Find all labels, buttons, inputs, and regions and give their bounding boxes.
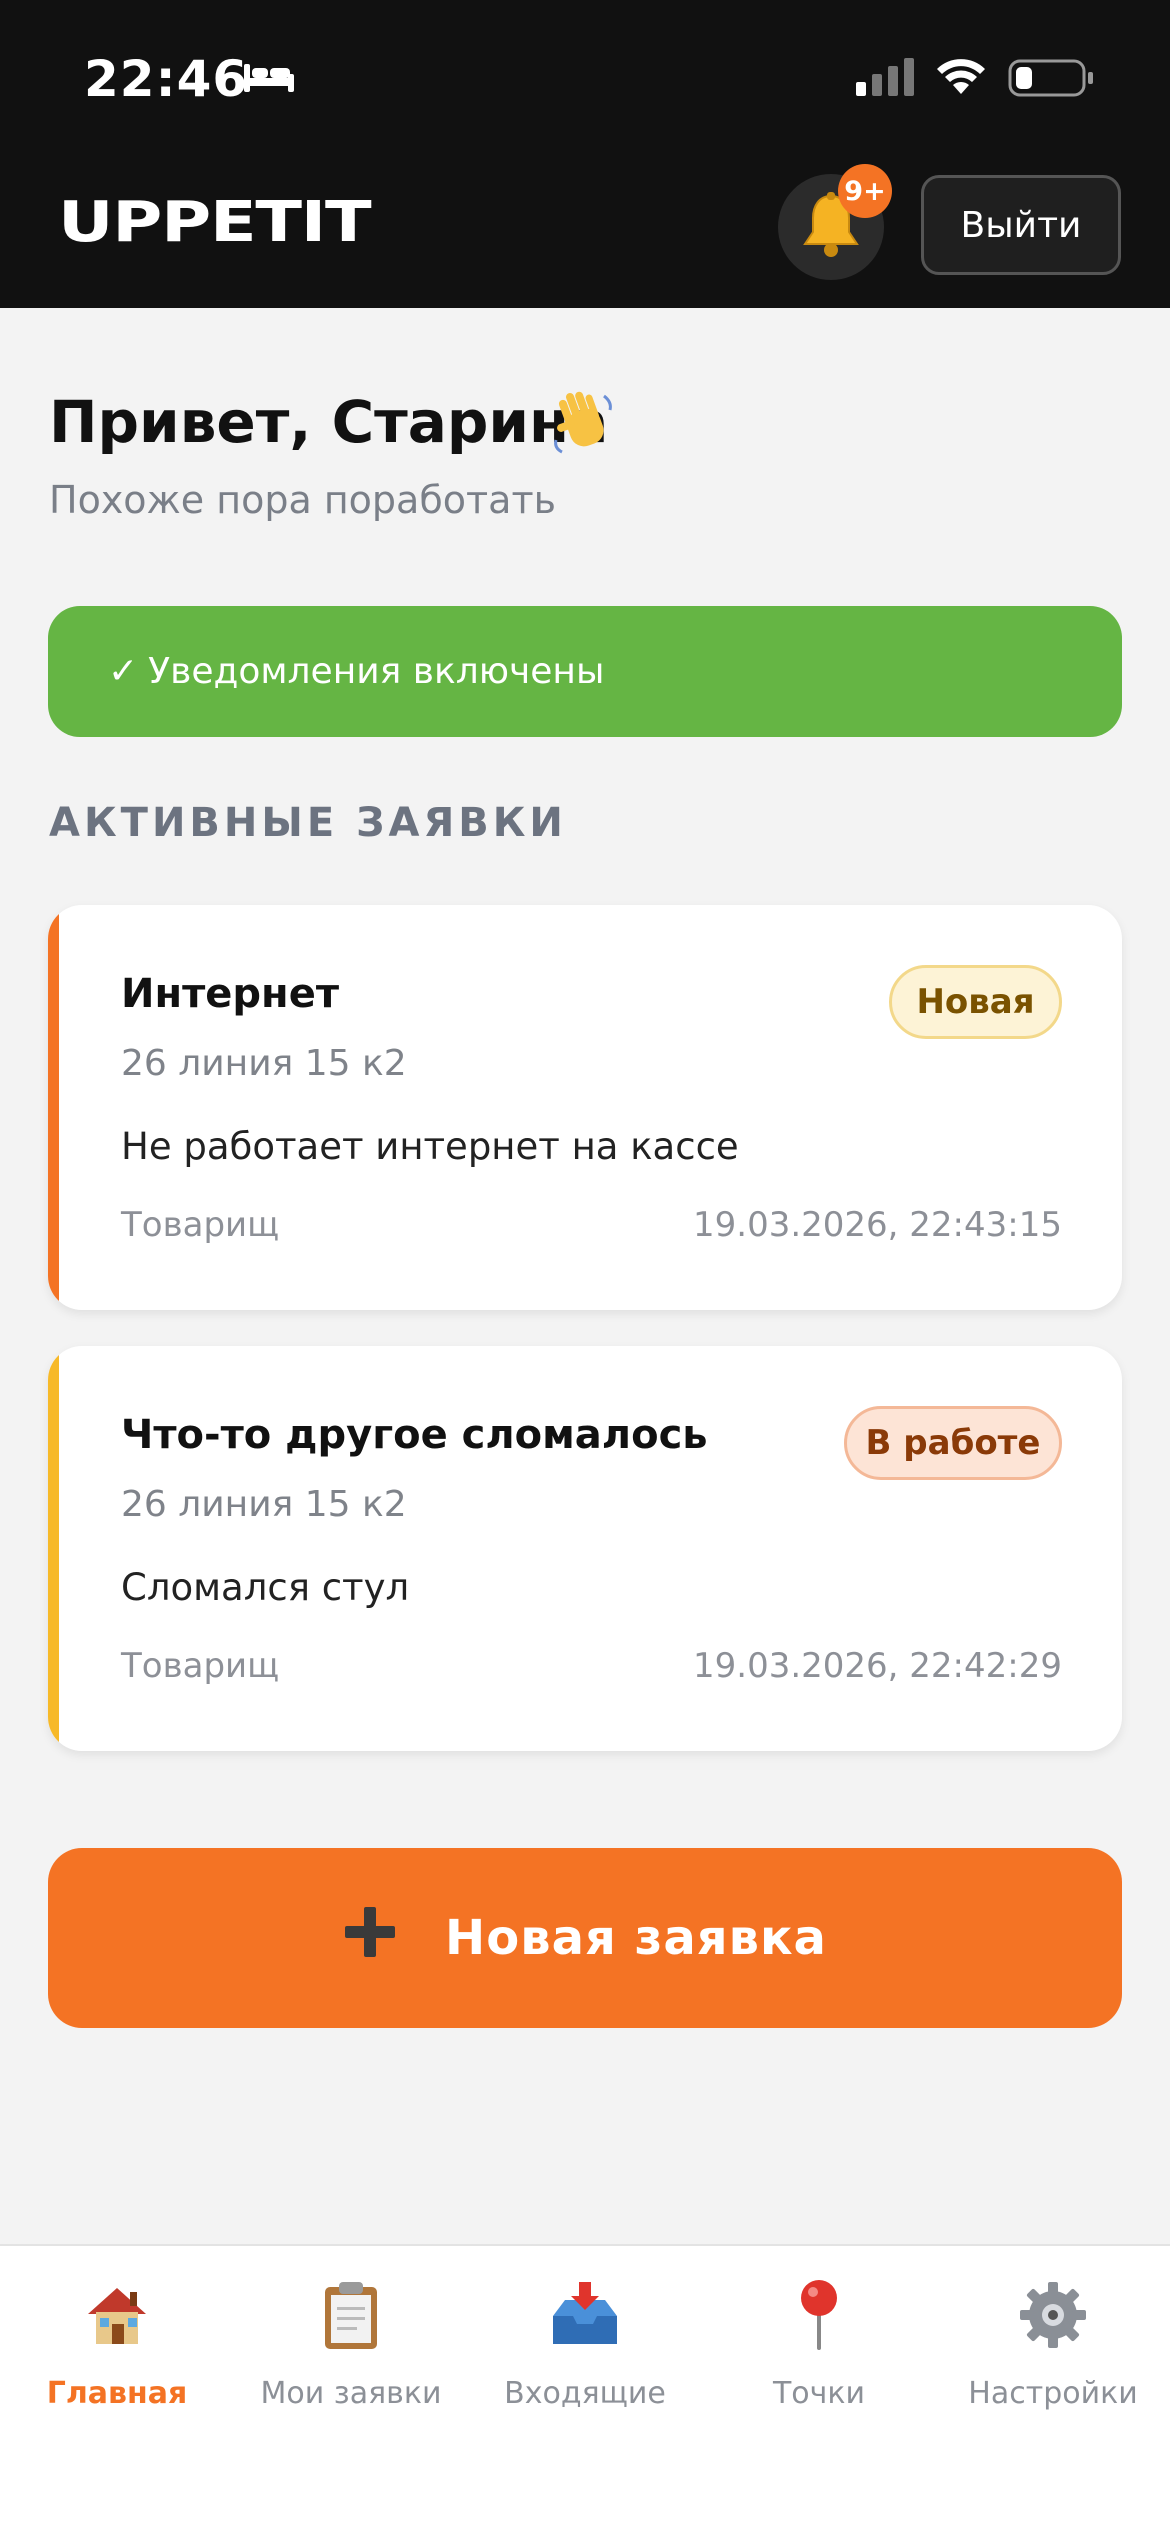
ticket-address: 26 линия 15 к2 <box>121 1484 407 1525</box>
ticket-description: Сломался стул <box>121 1566 410 1609</box>
ticket-address: 26 линия 15 к2 <box>121 1043 407 1084</box>
tab-locations-label: Точки <box>772 2376 866 2411</box>
notifications-enabled-banner: ✓ Уведомления включены <box>48 606 1122 737</box>
gear-icon <box>936 2272 1170 2358</box>
wifi-icon <box>935 56 987 100</box>
notifications-count-badge: 9+ <box>838 164 892 218</box>
ticket-status-badge: Новая <box>889 965 1062 1039</box>
ticket-card[interactable]: Что-то другое сломалось В работе 26 лини… <box>48 1346 1122 1751</box>
ticket-description: Не работает интернет на кассе <box>121 1125 739 1168</box>
greeting-subtitle: Похоже пора поработать <box>49 478 556 522</box>
inbox-tray-icon <box>468 2272 702 2358</box>
new-ticket-button[interactable]: Новая заявка <box>48 1848 1122 2028</box>
greeting-title: Привет, Старина <box>49 388 609 456</box>
tab-settings[interactable]: Настройки <box>936 2272 1170 2411</box>
app-logo: UPPETIT <box>58 190 372 255</box>
status-time: 22:46 <box>84 50 249 108</box>
tab-my-tickets-label: Мои заявки <box>260 2376 442 2411</box>
bottom-tab-bar: Главная Мои заявки Входящие Точки Настро… <box>0 2244 1170 2532</box>
ticket-priority-stripe <box>48 1346 59 1751</box>
tab-inbox-label: Входящие <box>504 2376 666 2411</box>
new-ticket-label: Новая заявка <box>445 1910 827 1966</box>
ticket-author: Товарищ <box>121 1205 280 1245</box>
logout-button[interactable]: Выйти <box>921 175 1121 275</box>
ticket-card[interactable]: Интернет Новая 26 линия 15 к2 Не работае… <box>48 905 1122 1310</box>
tab-inbox[interactable]: Входящие <box>468 2272 702 2411</box>
ticket-datetime: 19.03.2026, 22:42:29 <box>693 1646 1062 1686</box>
active-tickets-heading: АКТИВНЫЕ ЗАЯВКИ <box>49 800 567 846</box>
waving-hand-icon <box>548 386 618 460</box>
ticket-datetime: 19.03.2026, 22:43:15 <box>693 1205 1062 1245</box>
cellular-signal-icon <box>856 58 916 102</box>
tab-settings-label: Настройки <box>968 2376 1138 2411</box>
battery-icon <box>1008 58 1094 102</box>
tab-locations[interactable]: Точки <box>702 2272 936 2411</box>
tab-home-label: Главная <box>46 2376 188 2411</box>
clipboard-icon <box>234 2272 468 2358</box>
ticket-author: Товарищ <box>121 1646 280 1686</box>
house-icon <box>0 2272 234 2358</box>
check-icon: ✓ <box>108 651 139 692</box>
plus-icon <box>343 1905 397 1971</box>
sleep-mode-icon <box>242 60 296 98</box>
ticket-status-badge: В работе <box>844 1406 1062 1480</box>
notifications-enabled-text: Уведомления включены <box>148 651 605 692</box>
ticket-title: Что-то другое сломалось <box>121 1412 708 1458</box>
ticket-priority-stripe <box>48 905 59 1310</box>
app-header: 22:46 UPPETIT 9+ Выйти <box>0 0 1170 308</box>
tab-home[interactable]: Главная <box>0 2272 234 2411</box>
pushpin-icon <box>702 2272 936 2358</box>
tab-my-tickets[interactable]: Мои заявки <box>234 2272 468 2411</box>
ticket-title: Интернет <box>121 971 340 1017</box>
